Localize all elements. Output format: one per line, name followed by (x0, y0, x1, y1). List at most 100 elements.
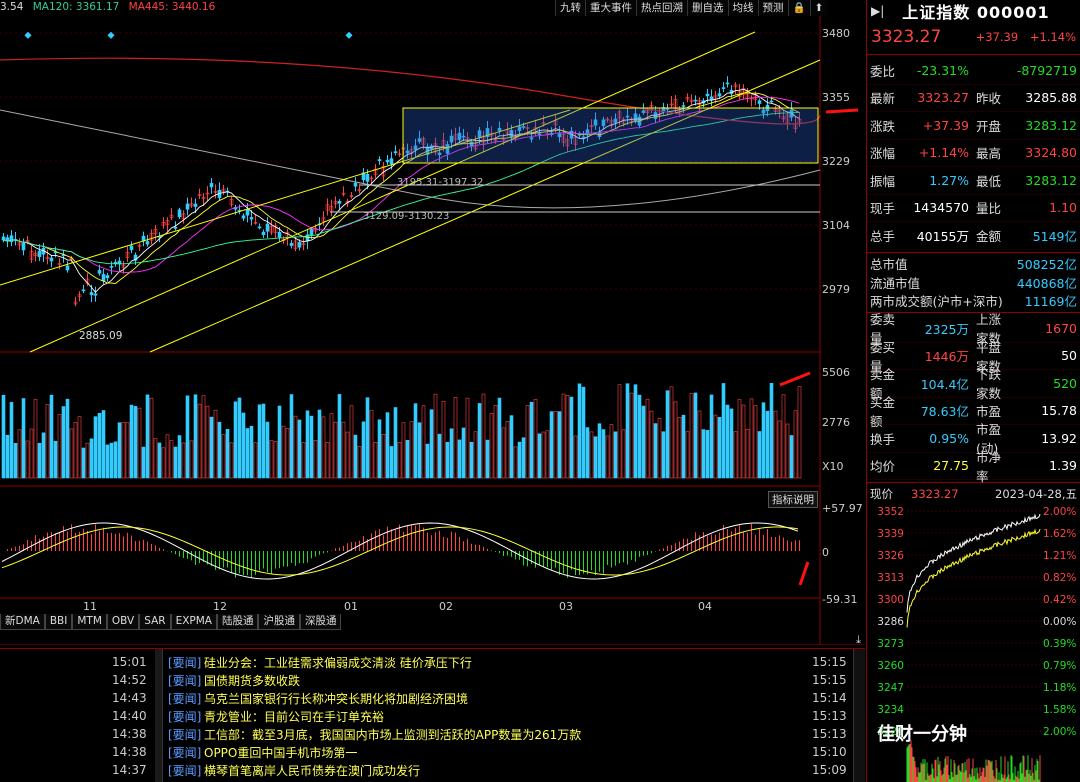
intraday-pct-label: 1.18% (1043, 682, 1076, 694)
tab-mtm[interactable]: MTM (72, 614, 107, 630)
toolbar-hot-review[interactable]: 热点回溯 (636, 0, 687, 16)
news-time: 14:40 (112, 709, 147, 723)
weibi-pct: -23.31% (916, 62, 969, 78)
volume-bar (693, 392, 698, 479)
volume-bar (13, 443, 18, 479)
volume-bar (505, 421, 510, 479)
news-title[interactable]: 硅业分会：工业硅需求偏弱成交清淡 硅价承压下行 (204, 654, 472, 671)
up-arrow-icon[interactable]: ⬆ (809, 0, 828, 16)
volume-bar (173, 446, 178, 479)
news-item[interactable]: 14:37 [要闻] 横琴首笔离岸人民币债券在澳门成功发行 15:09 (0, 761, 865, 779)
volume-bar (589, 431, 594, 479)
intraday-pct-label: 1.21% (1043, 550, 1076, 562)
volume-bar (165, 434, 170, 479)
candle-body (257, 226, 262, 229)
volume-bar (741, 404, 746, 479)
news-title[interactable]: 乌克兰国家银行行长称冲突长期化将加剧经济困境 (204, 690, 468, 707)
news-item[interactable]: 14:38 [要闻] 工信部：截至3月底，我国国内市场上监测到活跃的APP数量为… (0, 725, 865, 743)
volume-bar (661, 431, 666, 479)
quote-row-0: 最新 3323.27 昨收 3285.88 (867, 85, 1080, 112)
tab-sar[interactable]: SAR (139, 614, 171, 630)
news-title[interactable]: 青龙管业：目前公司在手订单充裕 (204, 708, 384, 725)
pin-icon[interactable]: ▶| (871, 4, 884, 18)
price-change: +37.39 +1.14% (968, 30, 1076, 44)
toolbar-jiuzhuan[interactable]: 九转 (555, 0, 585, 16)
x-label-03: 03 (559, 600, 573, 613)
volume-bar (489, 413, 494, 479)
toolbar-ma[interactable]: 均线 (727, 0, 758, 16)
candle-body (265, 223, 270, 232)
volume-bar (493, 405, 498, 479)
volume-bar (181, 442, 186, 479)
tab-bbi[interactable]: BBI (44, 614, 73, 630)
candle-body (93, 293, 98, 296)
candle-body (769, 100, 774, 103)
kline-chart[interactable] (0, 0, 865, 645)
toolbar-major-events[interactable]: 重大事件 (585, 0, 636, 16)
market-label: 两市成交额(沪市+深市) (870, 294, 1003, 310)
volume-bar (721, 383, 726, 479)
volume-bar (49, 394, 54, 479)
volume-bar (45, 404, 50, 479)
quote-label2: 最高 (976, 146, 1002, 162)
volume-bar (57, 414, 62, 479)
news-time2: 15:15 (812, 673, 847, 687)
volume-bar (401, 422, 406, 479)
candle-body (65, 265, 70, 271)
candle-body (709, 96, 714, 101)
volume-bar (37, 442, 42, 479)
volume-bar (225, 429, 230, 479)
volume-bar (25, 440, 30, 479)
candle-body (241, 215, 246, 219)
quote-label: 涨跌 (870, 118, 896, 134)
news-item[interactable]: 15:01 [要闻] 硅业分会：工业硅需求偏弱成交清淡 硅价承压下行 15:15 (0, 653, 865, 671)
download-icon[interactable]: ⤓ (856, 633, 861, 647)
news-title[interactable]: OPPO重回中国手机市场第一 (204, 744, 357, 761)
quote2-value: 27.75 (933, 458, 969, 474)
tab-expma[interactable]: EXPMA (170, 614, 217, 630)
intraday-price-label: 3260 (877, 660, 904, 672)
news-item[interactable]: 14:52 [要闻] 国债期货多数收跌 15:15 (0, 671, 865, 689)
market-label: 总市值 (870, 257, 908, 273)
volume-bar (265, 421, 270, 479)
news-title[interactable]: 国债期货多数收跌 (204, 672, 300, 689)
toolbar-forecast[interactable]: 预测 (757, 0, 788, 16)
candle-body (177, 209, 182, 218)
indicator-help-button[interactable]: 指标说明 (768, 491, 818, 508)
volume-bar (717, 417, 722, 479)
volume-bar (581, 386, 586, 479)
news-item[interactable]: 14:43 [要闻] 乌克兰国家银行行长称冲突长期化将加剧经济困境 15:14 (0, 689, 865, 707)
quote-label: 振幅 (870, 173, 896, 189)
tab-shengutong[interactable]: 深股通 (299, 614, 342, 630)
macd-label-zero: 0 (822, 546, 829, 559)
news-item[interactable]: 14:38 [要闻] OPPO重回中国手机市场第一 15:10 (0, 743, 865, 761)
news-time: 14:38 (112, 727, 147, 741)
news-title[interactable]: 工信部：截至3月底，我国国内市场上监测到活跃的APP数量为261万款 (204, 726, 581, 743)
volume-bar (129, 404, 134, 479)
volume-bar (277, 405, 282, 479)
news-time2: 15:14 (812, 691, 847, 705)
candle-body (365, 173, 370, 182)
tab-lugutong[interactable]: 陆股通 (216, 614, 259, 630)
toolbar-remove-watchlist[interactable]: 删自选 (687, 0, 728, 16)
quote-value2: 3285.88 (1025, 90, 1077, 106)
volume-bar (85, 442, 90, 479)
volume-bar (437, 433, 442, 479)
volume-bar (533, 399, 538, 479)
volume-bars (1, 383, 802, 479)
tab-obv[interactable]: OBV (106, 614, 140, 630)
volume-bar (141, 446, 146, 479)
tab-new-dma[interactable]: 新DMA (0, 614, 45, 630)
volume-bar (133, 406, 138, 479)
volume-bar (769, 383, 774, 479)
tab-hugutong[interactable]: 沪股通 (258, 614, 300, 630)
news-title[interactable]: 横琴首笔离岸人民币债券在澳门成功发行 (204, 762, 420, 779)
volume-bar (553, 411, 558, 479)
news-item[interactable]: 14:40 [要闻] 青龙管业：目前公司在手订单充裕 15:13 (0, 707, 865, 725)
lock-icon[interactable]: 🔒 (787, 0, 810, 16)
ma-legend: 3.54 MA120: 3361.17 MA445: 3440.16 (0, 1, 221, 17)
red-arrow (798, 561, 810, 586)
news-tag: [要闻] (168, 763, 202, 778)
volume-bar (333, 421, 338, 479)
volume-bar (697, 410, 702, 479)
